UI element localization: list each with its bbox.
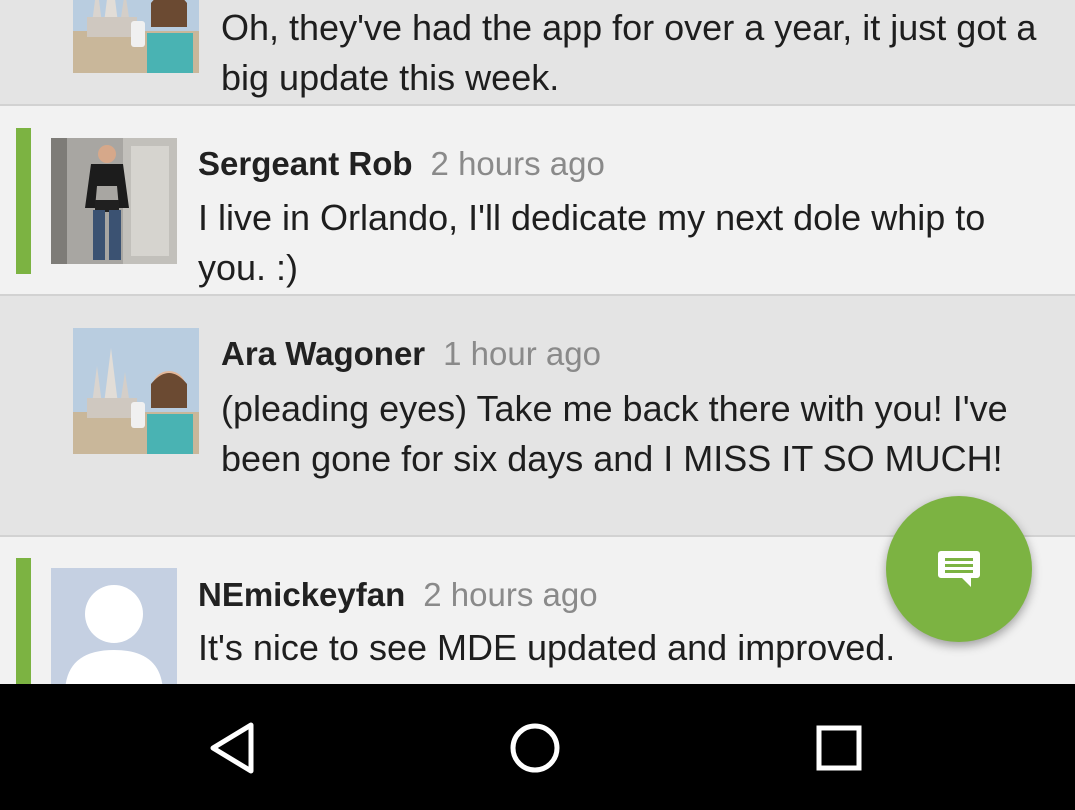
timestamp: 2 hours ago (423, 576, 598, 613)
back-triangle-icon (210, 722, 254, 774)
home-button[interactable] (490, 708, 580, 788)
recents-button[interactable] (794, 708, 884, 788)
comment-reply: Oh, they've had the app for over a year,… (0, 0, 1075, 104)
avatar[interactable] (73, 0, 199, 73)
home-circle-icon (510, 723, 560, 773)
author-name[interactable]: Ara Wagoner (221, 335, 425, 372)
comment-reply: Ara Wagoner 1 hour ago (pleading eyes) Ta… (0, 296, 1075, 535)
comment-text: (pleading eyes) Take me back there with … (221, 388, 1008, 479)
back-button[interactable] (187, 708, 277, 788)
add-comment-button[interactable] (886, 496, 1032, 642)
thread-accent-bar (16, 558, 31, 684)
recents-square-icon (816, 725, 862, 771)
comment-meta: NEmickeyfan 2 hours ago (198, 575, 598, 615)
avatar[interactable] (51, 138, 177, 264)
screen: Oh, they've had the app for over a year,… (0, 0, 1075, 810)
castle-photo-avatar (73, 0, 199, 73)
person-photo-avatar (51, 138, 177, 264)
comment-feed[interactable]: Oh, they've had the app for over a year,… (0, 0, 1075, 684)
comment-meta: Ara Wagoner 1 hour ago (221, 334, 601, 374)
comment-icon (938, 551, 980, 587)
author-name[interactable]: NEmickeyfan (198, 576, 405, 613)
castle-photo-avatar (73, 328, 199, 454)
thread-accent-bar (16, 128, 31, 274)
timestamp: 1 hour ago (443, 335, 601, 372)
author-name[interactable]: Sergeant Rob (198, 145, 413, 182)
comment-meta: Sergeant Rob 2 hours ago (198, 144, 605, 184)
comment-text: Oh, they've had the app for over a year,… (221, 7, 1037, 98)
avatar[interactable] (51, 568, 177, 684)
timestamp: 2 hours ago (430, 145, 605, 182)
avatar[interactable] (73, 328, 199, 454)
comment-top-level: Sergeant Rob 2 hours ago I live in Orland… (0, 106, 1075, 294)
default-person-avatar (51, 568, 177, 684)
navigation-bar (0, 684, 1075, 810)
comment-text: I live in Orlando, I'll dedicate my next… (198, 197, 986, 288)
